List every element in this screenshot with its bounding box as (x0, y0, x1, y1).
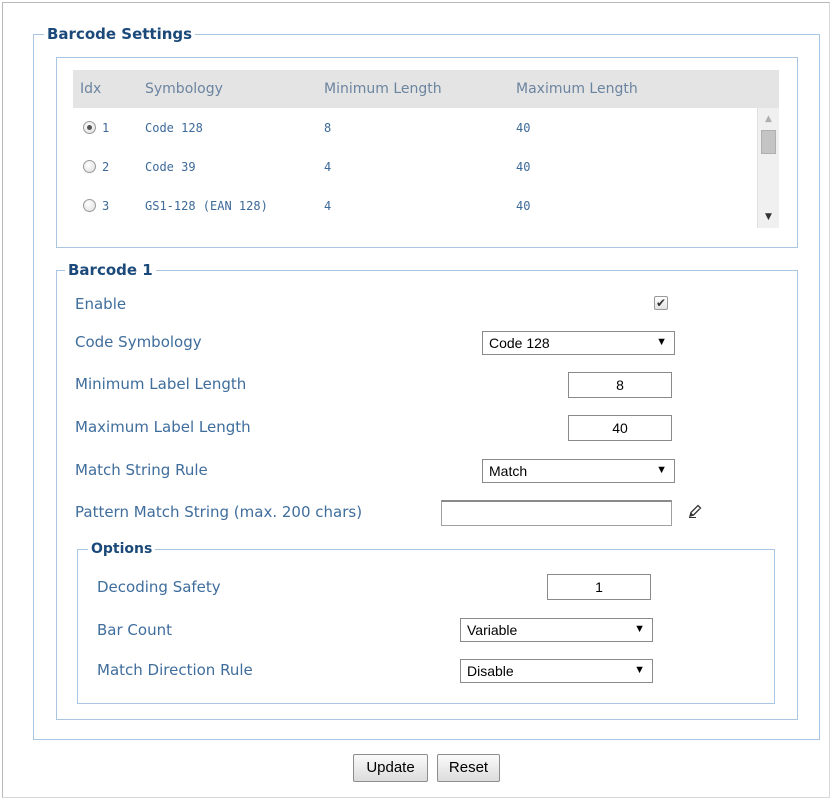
row-select-radio[interactable] (83, 121, 96, 134)
code-symbology-value: Code 128 (489, 335, 550, 351)
match-direction-rule-label: Match Direction Rule (97, 661, 253, 679)
update-button[interactable]: Update (353, 754, 428, 782)
pattern-match-string-label: Pattern Match String (max. 200 chars) (75, 503, 363, 521)
dropdown-arrow-icon: ▼ (634, 623, 645, 635)
scroll-thumb[interactable] (761, 130, 776, 154)
options-legend: Options (88, 540, 156, 558)
dropdown-arrow-icon: ▼ (656, 336, 667, 348)
bar-count-label: Bar Count (97, 621, 172, 639)
table-row[interactable]: 3 GS1-128 (EAN 128) 4 40 (73, 187, 757, 225)
row-min-length: 8 (324, 121, 332, 135)
match-string-rule-value: Match (489, 463, 528, 479)
pencil-icon[interactable] (687, 503, 703, 519)
row-select-radio[interactable] (83, 160, 96, 173)
decoding-safety-label: Decoding Safety (97, 578, 221, 596)
dropdown-arrow-icon: ▼ (656, 464, 667, 476)
decoding-safety-input[interactable]: 1 (547, 574, 651, 600)
row-max-length: 40 (516, 199, 531, 213)
match-direction-rule-select[interactable]: Disable ▼ (460, 659, 653, 683)
bar-count-value: Variable (467, 622, 518, 638)
column-header-maximum-length: Maximum Length (516, 81, 638, 97)
row-symbology: Code 128 (145, 121, 203, 135)
options-fieldset (77, 549, 775, 704)
table-row[interactable]: 1 Code 128 8 40 (73, 109, 757, 147)
dropdown-arrow-icon: ▼ (634, 664, 645, 676)
row-symbology: GS1-128 (EAN 128) (145, 199, 268, 213)
row-max-length: 40 (516, 121, 531, 135)
enable-label: Enable (75, 295, 127, 313)
row-idx: 2 (102, 160, 110, 174)
match-direction-rule-value: Disable (467, 663, 514, 679)
minimum-label-length-label: Minimum Label Length (75, 375, 247, 393)
column-header-idx: Idx (80, 81, 102, 97)
row-idx: 3 (102, 199, 110, 213)
minimum-label-length-input[interactable]: 8 (568, 372, 672, 398)
reset-button[interactable]: Reset (437, 754, 500, 782)
table-scrollbar[interactable]: ▲ ▼ (757, 108, 779, 228)
column-header-symbology: Symbology (145, 81, 223, 97)
row-select-radio[interactable] (83, 199, 96, 212)
row-min-length: 4 (324, 160, 332, 174)
maximum-label-length-label: Maximum Label Length (75, 418, 251, 436)
column-header-minimum-length: Minimum Length (324, 81, 442, 97)
barcode1-legend: Barcode 1 (65, 261, 156, 279)
row-idx: 1 (102, 121, 110, 135)
row-max-length: 40 (516, 160, 531, 174)
row-min-length: 4 (324, 199, 332, 213)
match-string-rule-label: Match String Rule (75, 461, 208, 479)
code-symbology-select[interactable]: Code 128 ▼ (482, 331, 675, 355)
table-row[interactable]: 2 Code 39 4 40 (73, 148, 757, 186)
code-symbology-label: Code Symbology (75, 333, 202, 351)
row-symbology: Code 39 (145, 160, 196, 174)
scroll-down-arrow-icon[interactable]: ▼ (758, 208, 779, 226)
enable-checkbox[interactable]: ✔ (654, 296, 668, 310)
pattern-match-string-input[interactable] (441, 500, 672, 526)
match-string-rule-select[interactable]: Match ▼ (482, 459, 675, 483)
table-header: Idx Symbology Minimum Length Maximum Len… (73, 70, 779, 108)
barcode-settings-legend: Barcode Settings (44, 25, 196, 43)
maximum-label-length-input[interactable]: 40 (568, 415, 672, 441)
scroll-up-arrow-icon[interactable]: ▲ (758, 110, 779, 128)
bar-count-select[interactable]: Variable ▼ (460, 618, 653, 642)
